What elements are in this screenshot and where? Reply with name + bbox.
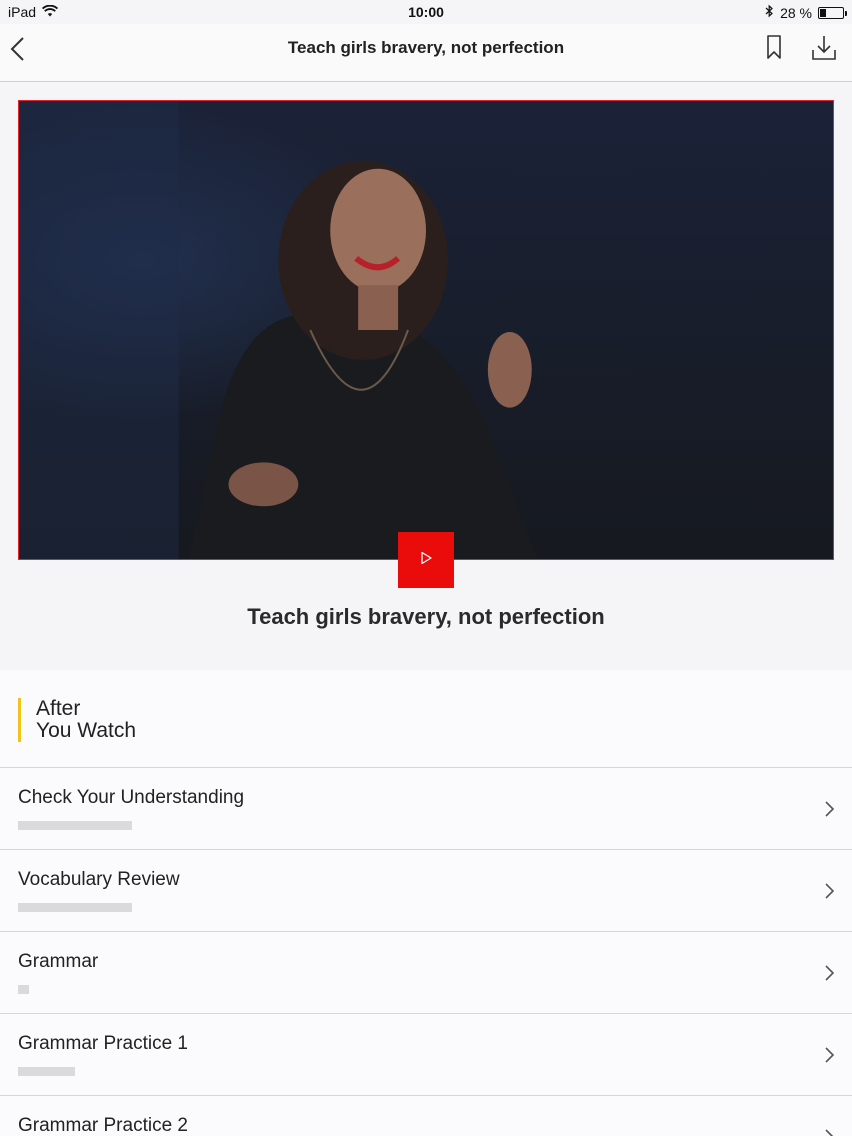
section-heading-line2: You Watch (36, 719, 137, 742)
chevron-right-icon (825, 965, 835, 981)
list-item-label: Grammar Practice 1 (18, 1033, 188, 1054)
activity-list: Check Your Understanding Vocabulary Revi… (0, 767, 852, 1136)
list-item-label: Check Your Understanding (18, 787, 245, 808)
after-you-watch-section: After You Watch Check Your Understanding… (0, 670, 852, 1136)
progress-dots (18, 821, 132, 830)
list-item-vocabulary-review[interactable]: Vocabulary Review (0, 850, 852, 932)
battery-icon (818, 6, 847, 19)
progress-dots (18, 985, 30, 994)
list-item-grammar[interactable]: Grammar (0, 932, 852, 1014)
chevron-right-icon (825, 1129, 834, 1136)
progress-dots (18, 903, 132, 912)
play-icon (419, 551, 433, 570)
chevron-right-icon (825, 883, 835, 899)
list-item-label: Grammar (18, 951, 99, 972)
section-heading: After You Watch (18, 698, 136, 742)
download-icon[interactable] (810, 34, 838, 62)
chevron-right-icon (825, 801, 835, 817)
section-heading-line1: After (36, 697, 81, 720)
talk-title: Teach girls bravery, not perfection (247, 604, 605, 629)
bookmark-icon[interactable] (764, 34, 784, 60)
video-player[interactable] (18, 100, 834, 560)
chevron-right-icon (825, 1047, 835, 1063)
page-title: Teach girls bravery, not perfection (287, 38, 565, 57)
list-item-check-your-understanding[interactable]: Check Your Understanding (0, 768, 852, 850)
battery-percent: 28 % (780, 4, 812, 21)
clock: 10:00 (408, 4, 444, 20)
status-bar: iPad 10:00 28 % (0, 0, 852, 24)
navigation-bar: Teach girls bravery, not perfection (0, 24, 852, 82)
list-item-grammar-practice-2[interactable]: Grammar Practice 2 (0, 1096, 852, 1136)
play-button[interactable] (398, 532, 454, 588)
list-item-grammar-practice-1[interactable]: Grammar Practice 1 (0, 1014, 852, 1096)
progress-dots (18, 1067, 75, 1076)
list-item-label: Grammar Practice 2 (18, 1115, 188, 1136)
video-thumbnail (19, 101, 833, 559)
list-item-label: Vocabulary Review (18, 869, 180, 890)
battery-level (820, 8, 826, 17)
bluetooth-icon (765, 4, 774, 21)
